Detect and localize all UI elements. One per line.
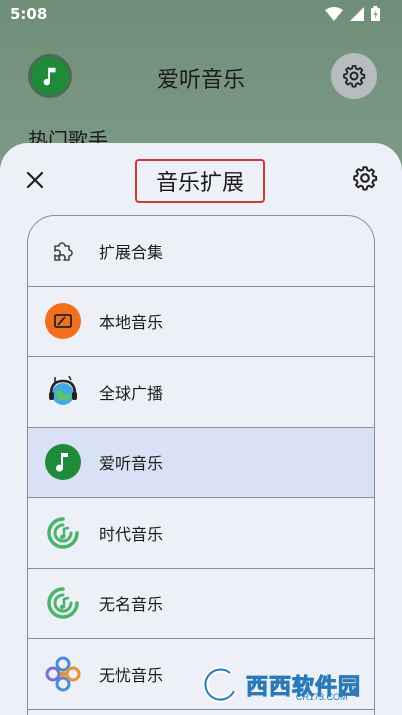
extension-list: 扩展合集 本地音乐 全球广播 爱听音乐 时代音乐 无名音乐 无忧音乐: [27, 215, 375, 715]
music-note-icon: [45, 444, 81, 481]
status-icons: [325, 6, 380, 21]
list-item[interactable]: 无名音乐: [28, 569, 374, 639]
sheet-settings-button[interactable]: [352, 165, 380, 193]
list-item-selected[interactable]: 爱听音乐: [28, 427, 374, 498]
list-item-label: 全球广播: [99, 383, 164, 403]
sheet-title: 音乐扩展: [155, 171, 244, 196]
list-item[interactable]: 本地音乐: [28, 287, 374, 357]
list-item-label: 爱听音乐: [99, 454, 164, 474]
globe-headphones-icon: [45, 374, 81, 410]
list-item[interactable]: 时代音乐: [28, 498, 374, 569]
watermark-subtext: CR173.COM: [296, 692, 348, 702]
status-bar: 5:08: [0, 0, 402, 30]
watermark-logo-icon: [202, 666, 237, 703]
gear-icon: [353, 166, 378, 191]
gear-icon: [343, 65, 366, 88]
list-item-label: 扩展合集: [99, 242, 164, 262]
list-item-label: 时代音乐: [99, 524, 164, 544]
swirl-music-icon: [45, 515, 81, 551]
close-icon: [26, 171, 44, 189]
sheet-title-highlight: 音乐扩展: [135, 159, 265, 203]
close-button[interactable]: [22, 167, 48, 193]
app-header: 爱听音乐: [0, 50, 402, 102]
list-item-label: 无名音乐: [99, 595, 164, 615]
settings-button[interactable]: [331, 53, 377, 99]
list-item-label: 无忧音乐: [99, 665, 164, 685]
list-item[interactable]: 全球广播: [28, 357, 374, 428]
puzzle-icon: [45, 233, 81, 269]
local-music-icon: [45, 303, 81, 340]
swirl-music-icon: [45, 585, 81, 621]
list-item[interactable]: 扩展合集: [28, 216, 374, 287]
battery-icon: [371, 6, 380, 21]
watermark: 西西软件园 CR173.COM: [200, 662, 390, 708]
extension-sheet: 音乐扩展 扩展合集 本地音乐 全球广播 爱听音乐 时代音乐 无名音乐 无忧音乐: [0, 143, 402, 715]
status-time: 5:08: [10, 5, 48, 23]
wifi-icon: [325, 6, 343, 21]
list-item-label: 本地音乐: [99, 313, 164, 333]
signal-icon: [350, 6, 364, 21]
knot-icon: [45, 656, 81, 692]
